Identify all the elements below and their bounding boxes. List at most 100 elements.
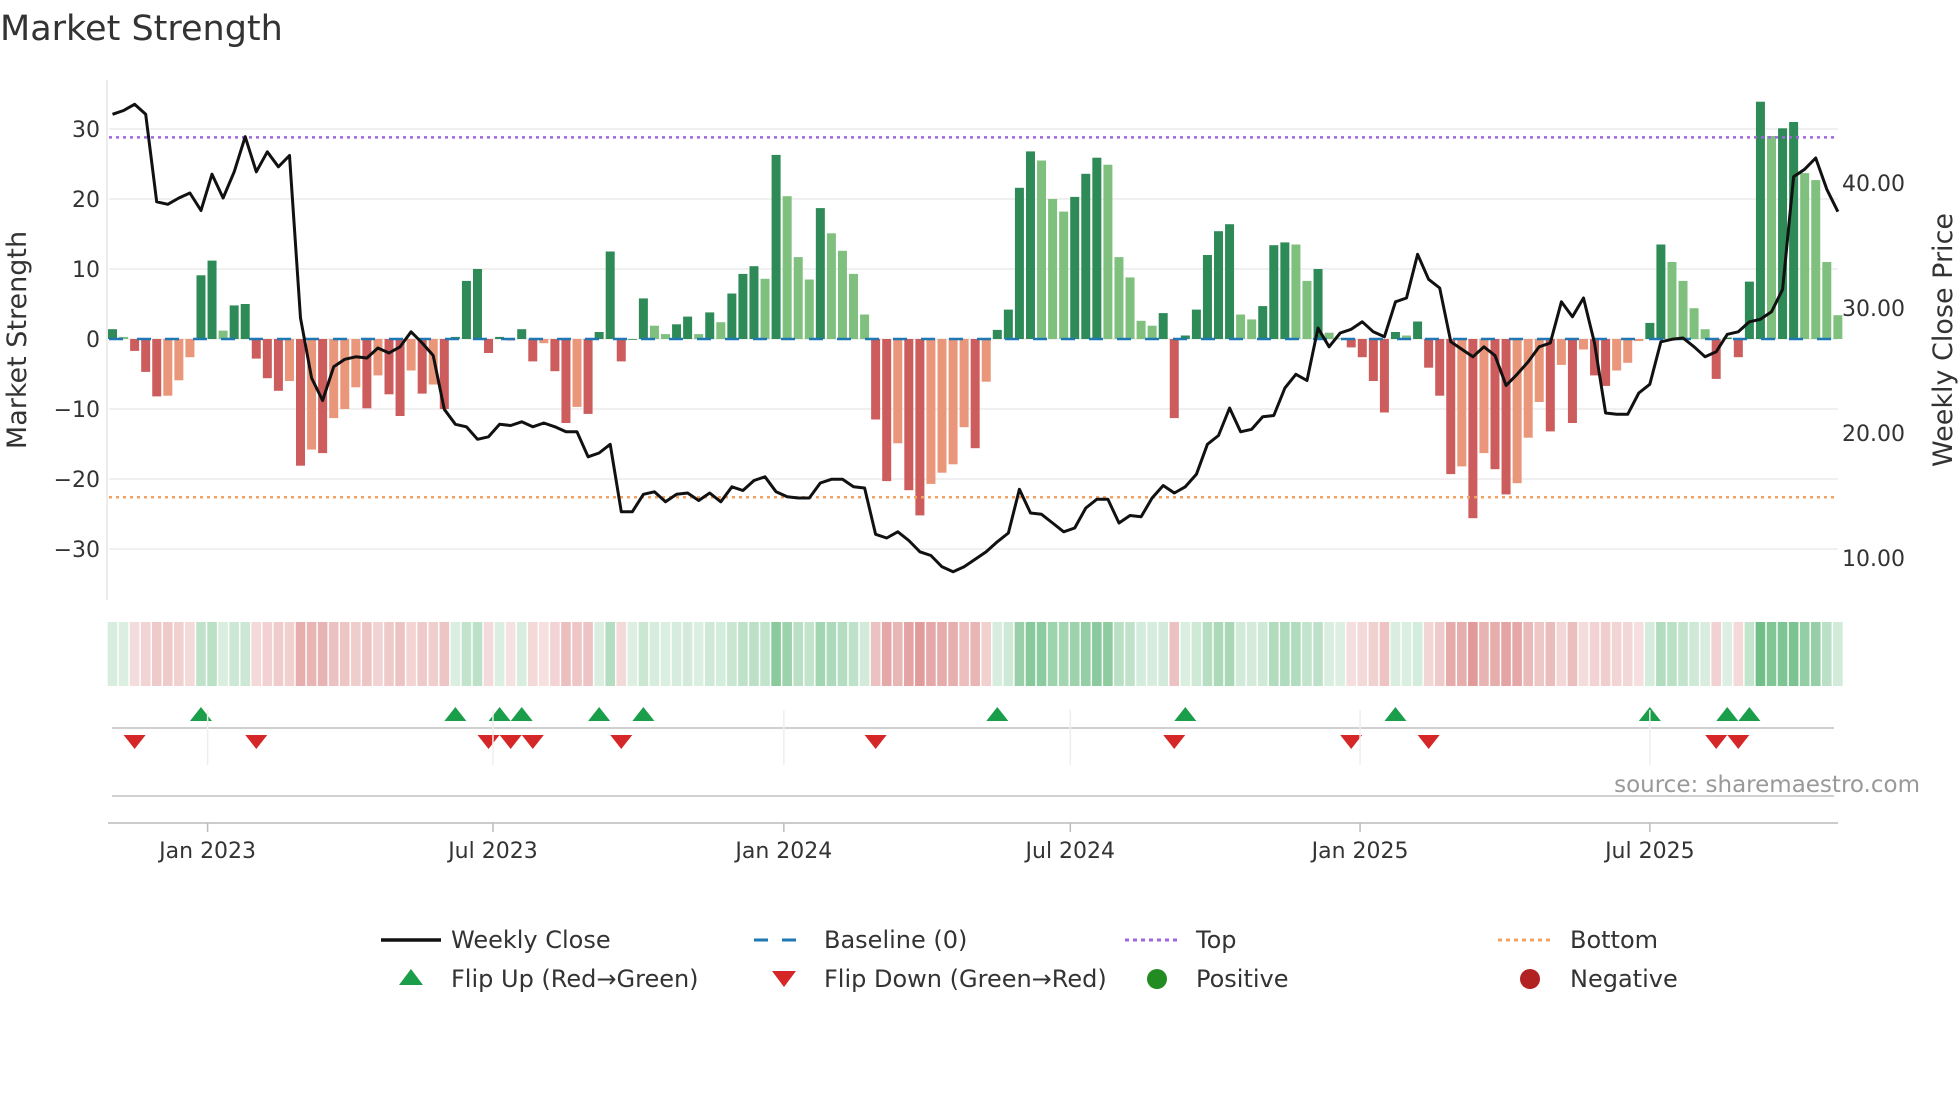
y-axis-ticks: 30 20 10 0 −10 −20 −30	[54, 118, 100, 563]
legend-label: Negative	[1570, 965, 1678, 993]
heat-cell	[207, 622, 217, 686]
strength-bar	[1556, 339, 1566, 365]
heat-cell	[140, 622, 151, 686]
flip-down-marker	[499, 735, 522, 749]
heat-cell	[1224, 622, 1235, 686]
y2-tick-label: 40.00	[1842, 172, 1905, 197]
heat-cell	[837, 622, 848, 686]
heat-cell	[1014, 622, 1025, 686]
heat-cell	[1379, 622, 1390, 686]
strength-bar	[296, 339, 306, 466]
strength-bar	[1501, 339, 1511, 495]
strength-bar	[185, 339, 195, 358]
strength-bar	[760, 278, 770, 339]
strength-bar	[174, 339, 184, 381]
strength-bar	[1468, 339, 1478, 519]
heat-cell	[1092, 622, 1102, 686]
strength-bar	[1512, 339, 1522, 484]
strength-bar	[1800, 173, 1810, 339]
heat-cell	[1534, 622, 1545, 686]
heat-cell	[1645, 622, 1655, 686]
heat-cell	[616, 622, 627, 686]
heat-cell	[1833, 622, 1843, 686]
flip-down-marker	[477, 735, 500, 749]
heat-cell	[1700, 622, 1710, 686]
strength-bar	[550, 339, 560, 372]
heat-cell	[1080, 622, 1091, 686]
strength-bar	[1236, 314, 1246, 339]
heat-cell	[660, 622, 671, 686]
heat-cell	[229, 622, 239, 686]
market-strength-chart: Market Strength 30 20 10 0 −10 −20 −30 40.00 30…	[0, 9, 1959, 993]
flip-down-marker	[245, 735, 268, 749]
strength-bar	[1479, 339, 1489, 454]
strength-bar	[517, 329, 527, 339]
strength-bar	[683, 316, 693, 339]
heat-cell	[262, 622, 273, 686]
strength-bar	[959, 339, 969, 428]
strength-bar	[284, 339, 294, 381]
strength-bar	[1424, 339, 1434, 368]
strength-bar	[1357, 339, 1367, 358]
heat-cell	[682, 622, 693, 686]
heat-cell	[472, 622, 483, 686]
strength-bar	[1258, 306, 1268, 339]
strength-bar	[1413, 321, 1423, 339]
strength-bar	[804, 279, 814, 339]
strength-bar	[1667, 262, 1677, 339]
strength-bar	[926, 339, 936, 484]
heat-cell	[417, 622, 427, 686]
heat-cell	[151, 622, 162, 686]
heat-cell	[1434, 622, 1445, 686]
heat-cell	[450, 622, 461, 686]
heat-cell	[561, 622, 571, 686]
heat-cell	[1667, 622, 1677, 686]
heat-cell	[384, 622, 394, 686]
strength-bar	[738, 273, 748, 339]
strength-bar	[1169, 339, 1179, 419]
strength-bar	[484, 339, 494, 353]
heat-cell	[1335, 622, 1345, 686]
strength-bar	[1247, 319, 1257, 339]
heat-cell	[1744, 622, 1755, 686]
x-tick-label: Jul 2024	[1024, 839, 1116, 864]
negative-legend-icon	[1520, 969, 1540, 989]
y-tick-label: 20	[72, 188, 100, 213]
strength-bar	[1368, 339, 1378, 381]
flip-up-marker	[1738, 707, 1761, 721]
heat-cell	[926, 622, 936, 686]
strength-bar	[384, 339, 394, 395]
heat-cell	[406, 622, 416, 686]
flip-down-marker	[610, 735, 633, 749]
heat-cell	[727, 622, 737, 686]
heat-cell	[185, 622, 195, 686]
strength-bar	[948, 339, 958, 465]
heat-cell	[1755, 622, 1766, 686]
heat-cell	[937, 622, 947, 686]
y2-axis-ticks: 40.00 30.00 20.00 10.00	[1842, 172, 1905, 572]
strength-bar	[340, 339, 350, 409]
heat-cell	[1280, 622, 1290, 686]
heat-cell	[1036, 622, 1047, 686]
strength-bar	[163, 339, 173, 396]
heat-cell	[1114, 622, 1124, 686]
source-label: source: sharemaestro.com	[1614, 772, 1920, 798]
strength-bar	[727, 293, 737, 339]
flip-up-marker	[444, 707, 467, 721]
heat-cell	[583, 622, 593, 686]
strength-bar	[1147, 325, 1157, 339]
heat-cell	[1479, 622, 1489, 686]
heat-cell	[594, 622, 604, 686]
strength-bar	[1048, 199, 1058, 339]
heat-cell	[1777, 622, 1788, 686]
heat-cell	[439, 622, 450, 686]
heat-cell	[395, 622, 405, 686]
strength-bar	[970, 339, 980, 449]
heat-cell	[959, 622, 969, 686]
heat-cell	[373, 622, 383, 686]
heat-cell	[428, 622, 439, 686]
heat-cell	[671, 622, 682, 686]
x-tick-label: Jan 2025	[1310, 839, 1409, 864]
strength-bar	[1025, 151, 1035, 339]
strength-bar	[141, 339, 151, 372]
